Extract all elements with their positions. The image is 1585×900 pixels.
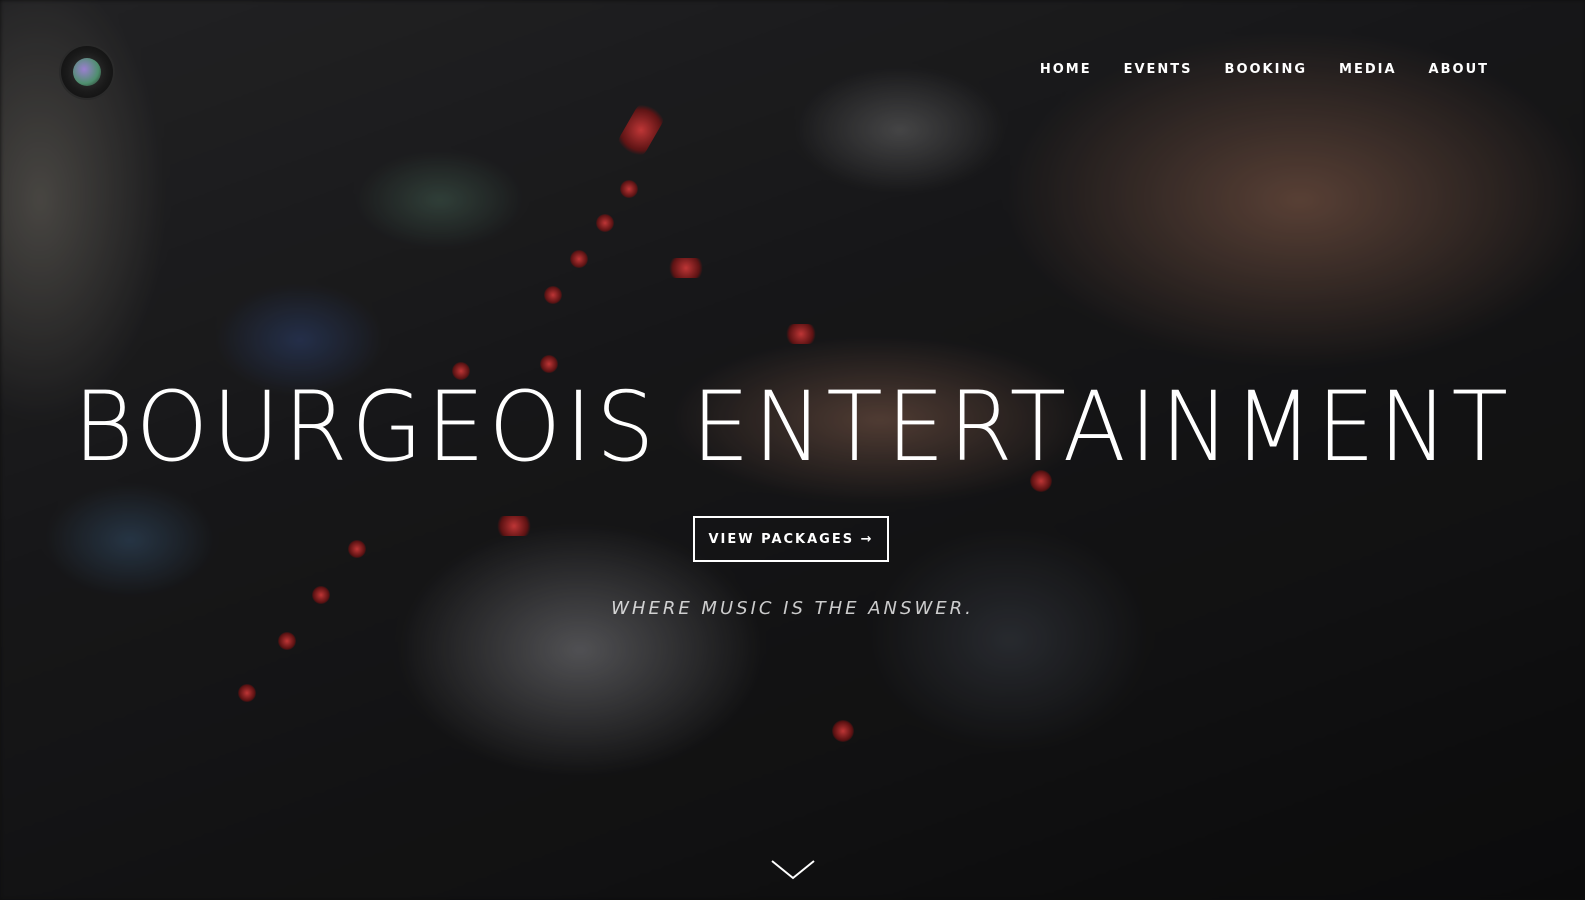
chevron-down-icon[interactable] [770, 858, 816, 882]
hero-tagline: WHERE MUSIC IS THE ANSWER. [611, 598, 974, 619]
site-logo[interactable] [61, 46, 113, 98]
vinyl-record-logo-icon [73, 58, 101, 86]
nav-home[interactable]: HOME [1040, 62, 1092, 77]
hero-title: BOURGEOIS ENTERTAINMENT [73, 371, 1512, 483]
nav-booking[interactable]: BOOKING [1225, 62, 1307, 77]
nav-about[interactable]: ABOUT [1429, 62, 1489, 77]
view-packages-button[interactable]: VIEW PACKAGES → [693, 516, 889, 562]
main-navigation: HOME EVENTS BOOKING MEDIA ABOUT [1040, 62, 1489, 77]
nav-events[interactable]: EVENTS [1124, 62, 1193, 77]
hero-section: HOME EVENTS BOOKING MEDIA ABOUT BOURGEOI… [0, 0, 1585, 900]
nav-media[interactable]: MEDIA [1339, 62, 1397, 77]
